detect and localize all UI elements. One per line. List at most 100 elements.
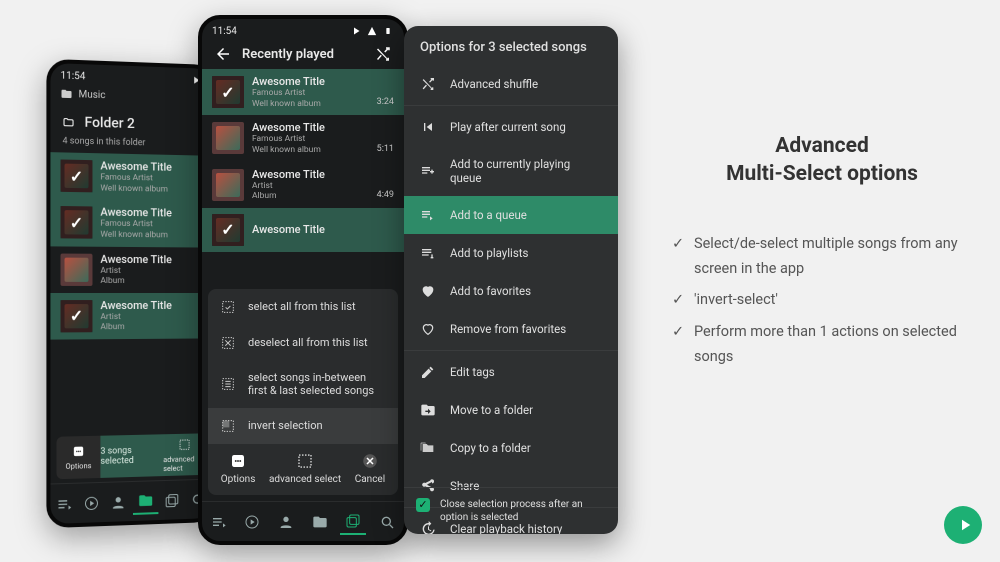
advanced-option[interactable]: deselect all from this list bbox=[208, 325, 398, 361]
folder-outline-icon bbox=[63, 116, 75, 128]
selection-count: 3 songs selected bbox=[100, 434, 163, 478]
cancel-label: Cancel bbox=[355, 474, 385, 485]
breadcrumb-label: Music bbox=[79, 89, 106, 101]
song-row[interactable]: Awesome TitleFamous ArtistWell known alb… bbox=[50, 152, 211, 201]
advanced-panel-bottom: Options advanced select Cancel bbox=[208, 444, 398, 495]
song-duration: 5:11 bbox=[377, 144, 394, 156]
promo-bullet: 'invert-select' bbox=[672, 287, 972, 312]
movefolder-icon bbox=[420, 402, 436, 418]
app-fab-icon bbox=[944, 506, 982, 544]
song-row[interactable]: Awesome TitleArtistAlbum bbox=[50, 246, 211, 293]
song-duration: 4:49 bbox=[377, 190, 394, 202]
song-row[interactable]: Awesome TitleFamous ArtistWell known alb… bbox=[202, 115, 404, 161]
song-album: Album bbox=[100, 322, 201, 333]
song-meta: Awesome TitleArtistAlbum bbox=[252, 168, 369, 202]
tab-search[interactable] bbox=[374, 509, 400, 535]
sheet-item[interactable]: Add to a queue bbox=[404, 196, 618, 234]
tab-play[interactable] bbox=[239, 509, 265, 535]
bottom-nav-left bbox=[50, 479, 211, 524]
song-meta: Awesome TitleFamous ArtistWell known alb… bbox=[100, 159, 201, 195]
song-title: Awesome Title bbox=[252, 168, 369, 181]
advanced-select-label: advanced select bbox=[269, 474, 341, 485]
advanced-option-label: deselect all from this list bbox=[248, 336, 386, 350]
song-meta: Awesome TitleFamous ArtistWell known alb… bbox=[252, 121, 369, 155]
select-icon bbox=[220, 299, 236, 315]
song-album: Well known album bbox=[100, 183, 201, 195]
sheet-item[interactable]: Add to currently playing queue bbox=[404, 146, 618, 196]
heading-line2: Multi-Select options bbox=[726, 162, 918, 186]
tab-artist[interactable] bbox=[273, 509, 299, 535]
song-row[interactable]: Awesome TitleFamous ArtistWell known alb… bbox=[50, 199, 211, 247]
song-row[interactable]: Awesome Title bbox=[202, 208, 404, 252]
song-artist: Artist bbox=[100, 265, 201, 276]
shuffle-icon[interactable] bbox=[374, 45, 392, 63]
song-meta: Awesome TitleArtistAlbum bbox=[100, 299, 201, 334]
status-time: 11:54 bbox=[61, 70, 86, 82]
advanced-option[interactable]: select all from this list bbox=[208, 289, 398, 325]
song-meta: Awesome TitleFamous ArtistWell known alb… bbox=[100, 206, 201, 241]
folder-title: Folder 2 bbox=[85, 115, 135, 132]
advanced-option[interactable]: select songs in-between first & last sel… bbox=[208, 361, 398, 409]
promo-bullets: Select/de-select multiple songs from any… bbox=[672, 231, 972, 370]
advanced-select-button[interactable]: advanced select bbox=[269, 452, 341, 485]
divider bbox=[404, 105, 618, 106]
sheet-item[interactable]: Edit tags bbox=[404, 353, 618, 391]
album-art bbox=[212, 214, 244, 246]
sheet-item-label: Move to a folder bbox=[450, 403, 533, 417]
sheet-item-label: Add to playlists bbox=[450, 246, 528, 260]
song-row[interactable]: Awesome TitleArtistAlbum 4:49 bbox=[202, 162, 404, 208]
tab-folder[interactable] bbox=[307, 509, 333, 535]
song-album: Album bbox=[100, 276, 201, 287]
options-label: Options bbox=[221, 474, 256, 485]
sheet-item[interactable]: Advanced shuffle bbox=[404, 65, 618, 103]
queueadd-icon bbox=[420, 163, 436, 179]
advanced-option-label: invert selection bbox=[248, 419, 386, 433]
song-row[interactable]: Awesome TitleArtistAlbum bbox=[50, 293, 211, 340]
tab-folder[interactable] bbox=[133, 488, 158, 515]
song-artist: Artist bbox=[100, 312, 201, 323]
options-icon bbox=[229, 452, 247, 470]
sheet-item[interactable]: Remove from favorites bbox=[404, 310, 618, 348]
sheet-footer-label: Close selection process after an option … bbox=[440, 498, 606, 524]
tab-library[interactable] bbox=[340, 509, 366, 535]
playlist-icon bbox=[420, 245, 436, 261]
advanced-option-label: select songs in-between first & last sel… bbox=[248, 371, 386, 399]
promo-heading: Advanced Multi-Select options bbox=[672, 132, 972, 189]
sheet-item[interactable]: Add to playlists bbox=[404, 234, 618, 272]
advanced-option-label: select all from this list bbox=[248, 300, 386, 314]
song-title: Awesome Title bbox=[252, 75, 369, 88]
tab-artist[interactable] bbox=[106, 489, 132, 516]
advanced-option[interactable]: invert selection bbox=[208, 408, 398, 444]
back-icon[interactable] bbox=[214, 45, 232, 63]
album-art bbox=[212, 122, 244, 154]
tab-queue[interactable] bbox=[51, 490, 77, 517]
sheet-item-label: Add to a queue bbox=[450, 208, 527, 222]
song-album: Well known album bbox=[252, 99, 369, 110]
song-artist: Famous Artist bbox=[252, 134, 369, 145]
sheet-item[interactable]: Move to a folder bbox=[404, 391, 618, 429]
album-art bbox=[212, 76, 244, 108]
checkbox-icon[interactable]: ✓ bbox=[416, 498, 430, 512]
page-title: Recently played bbox=[242, 47, 334, 62]
song-title: Awesome Title bbox=[252, 121, 369, 134]
sheet-item[interactable]: Add to favorites bbox=[404, 272, 618, 310]
options-button[interactable]: Options bbox=[221, 452, 256, 485]
options-label: Options bbox=[66, 461, 92, 471]
cancel-button[interactable]: Cancel bbox=[355, 452, 385, 485]
song-duration: 3:24 bbox=[377, 97, 394, 109]
options-button[interactable]: Options bbox=[56, 436, 100, 480]
status-time: 11:54 bbox=[212, 26, 237, 37]
tab-library[interactable] bbox=[159, 487, 184, 514]
album-art bbox=[61, 160, 93, 193]
tab-play[interactable] bbox=[79, 489, 105, 516]
queue-icon bbox=[420, 207, 436, 223]
sheet-footer[interactable]: ✓ Close selection process after an optio… bbox=[404, 487, 618, 534]
sheet-item[interactable]: Copy to a folder bbox=[404, 429, 618, 467]
promo-bullet: Select/de-select multiple songs from any… bbox=[672, 231, 972, 282]
selection-bar: Options 3 songs selected advanced select bbox=[56, 433, 205, 479]
tab-queue[interactable] bbox=[206, 509, 232, 535]
sheet-title: Options for 3 selected songs bbox=[404, 26, 618, 65]
sheet-item[interactable]: Play after current song bbox=[404, 108, 618, 146]
sheet-item-label: Play after current song bbox=[450, 120, 566, 134]
song-row[interactable]: Awesome TitleFamous ArtistWell known alb… bbox=[202, 69, 404, 115]
